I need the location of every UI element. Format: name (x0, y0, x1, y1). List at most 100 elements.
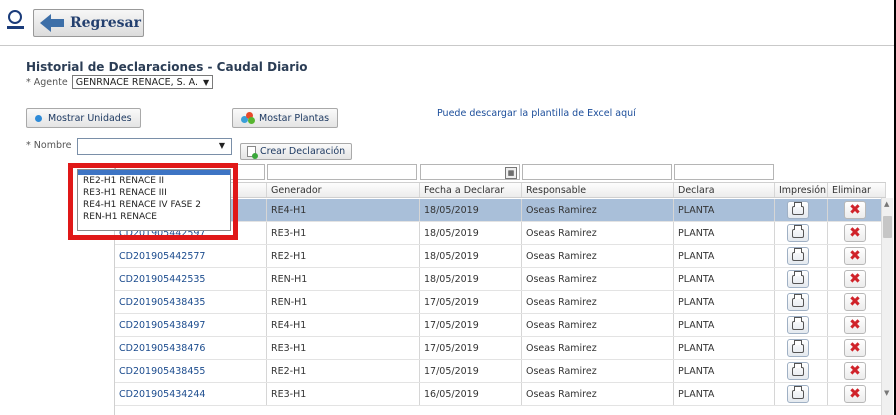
cell-impresion (775, 199, 828, 221)
cell-responsable: Oseas Ramirez (522, 383, 674, 405)
cell-codigo[interactable]: CD201905442577 (115, 245, 267, 267)
cell-responsable: Oseas Ramirez (522, 245, 674, 267)
nombre-row: * Nombre (26, 140, 72, 151)
scroll-up-icon[interactable]: ▲ (884, 200, 889, 208)
show-plants-button[interactable]: Mostar Plantas (232, 108, 339, 128)
printer-icon[interactable] (787, 339, 809, 357)
cell-fecha: 17/05/2019 (420, 337, 522, 359)
cell-fecha: 17/05/2019 (420, 360, 522, 382)
delete-x-icon[interactable]: ✖ (844, 201, 866, 219)
cell-eliminar: ✖ (828, 199, 886, 221)
cell-codigo[interactable]: CD201905438455 (115, 360, 267, 382)
scroll-down-icon[interactable]: ▼ (884, 389, 889, 397)
delete-x-icon[interactable]: ✖ (844, 339, 866, 357)
oracle-logo-base (7, 26, 24, 29)
show-units-button[interactable]: Mostrar Unidades (26, 108, 141, 128)
filter-declara[interactable] (674, 164, 774, 180)
cell-generador: RE3-H1 (267, 222, 420, 244)
cell-impresion (775, 360, 828, 382)
header-declara: Declara (674, 183, 775, 197)
table-scrollbar[interactable]: ▲ ▼ (881, 198, 893, 415)
cell-generador: RE2-H1 (267, 245, 420, 267)
delete-x-icon[interactable]: ✖ (844, 316, 866, 334)
printer-icon[interactable] (787, 293, 809, 311)
create-declaration-button[interactable]: Crear Declaración (240, 143, 353, 160)
table-row[interactable]: CD201905434244 RE3-H1 16/05/2019 Oseas Rami… (115, 383, 886, 406)
cell-eliminar: ✖ (828, 245, 886, 267)
printer-icon[interactable] (787, 201, 809, 219)
table-row[interactable]: CD201905438476 RE3-H1 17/05/2019 Oseas Rami… (115, 337, 886, 360)
printer-icon[interactable] (787, 270, 809, 288)
create-declaration-label: Crear Declaración (260, 146, 346, 157)
agent-select-value: GENRNACE RENACE, S. A. (75, 76, 199, 88)
cell-responsable: Oseas Ramirez (522, 337, 674, 359)
delete-x-icon[interactable]: ✖ (844, 385, 866, 403)
delete-x-icon[interactable]: ✖ (844, 270, 866, 288)
table-row[interactable]: CD201905442535 REN-H1 18/05/2019 Oseas Rami… (115, 268, 886, 291)
printer-icon[interactable] (787, 247, 809, 265)
scroll-thumb[interactable] (883, 216, 892, 238)
delete-x-icon[interactable]: ✖ (844, 362, 866, 380)
cell-responsable: Oseas Ramirez (522, 314, 674, 336)
nombre-label: * Nombre (26, 140, 72, 151)
printer-icon[interactable] (787, 316, 809, 334)
cell-fecha: 17/05/2019 (420, 314, 522, 336)
cell-impresion (775, 245, 828, 267)
cell-declara: PLANTA (674, 199, 775, 221)
cell-eliminar: ✖ (828, 383, 886, 405)
highlight-box (68, 163, 238, 240)
excel-template-link[interactable]: Puede descargar la plantilla de Excel aq… (437, 108, 636, 119)
arrow-left-icon (40, 14, 51, 32)
cell-eliminar: ✖ (828, 291, 886, 313)
cell-generador: RE3-H1 (267, 383, 420, 405)
calendar-icon[interactable]: ▦ (505, 167, 517, 179)
cell-impresion (775, 383, 828, 405)
cell-generador: RE3-H1 (267, 337, 420, 359)
cell-codigo[interactable]: CD201905434244 (115, 383, 267, 405)
printer-icon[interactable] (787, 385, 809, 403)
table-row[interactable]: CD201905438497 RE4-H1 17/05/2019 Oseas Rami… (115, 314, 886, 337)
cell-eliminar: ✖ (828, 337, 886, 359)
cell-generador: REN-H1 (267, 291, 420, 313)
cell-declara: PLANTA (674, 268, 775, 290)
delete-x-icon[interactable]: ✖ (844, 224, 866, 242)
table-row[interactable]: CD201905438435 REN-H1 17/05/2019 Oseas Rami… (115, 291, 886, 314)
filter-responsable[interactable] (522, 164, 672, 180)
filter-generador[interactable] (267, 164, 417, 180)
cell-impresion (775, 222, 828, 244)
cell-fecha: 18/05/2019 (420, 222, 522, 244)
blue-dot-icon (35, 114, 42, 122)
table-row[interactable]: CD201905438455 RE2-H1 17/05/2019 Oseas Rami… (115, 360, 886, 383)
table-row[interactable]: CD201905442577 RE2-H1 18/05/2019 Oseas Rami… (115, 245, 886, 268)
agent-label: * Agente (26, 76, 68, 88)
cell-responsable: Oseas Ramirez (522, 222, 674, 244)
arrow-left-icon-tail (51, 19, 64, 27)
back-button-label: Regresar (70, 15, 141, 31)
cell-codigo[interactable]: CD201905438497 (115, 314, 267, 336)
delete-x-icon[interactable]: ✖ (844, 293, 866, 311)
oracle-logo-icon (8, 10, 22, 24)
cell-codigo[interactable]: CD201905442535 (115, 268, 267, 290)
cell-declara: PLANTA (674, 337, 775, 359)
filter-fecha[interactable]: ▦ (420, 164, 520, 180)
cell-responsable: Oseas Ramirez (522, 268, 674, 290)
cell-responsable: Oseas Ramirez (522, 291, 674, 313)
cell-declara: PLANTA (674, 245, 775, 267)
cell-codigo[interactable]: CD201905438476 (115, 337, 267, 359)
header-responsable: Responsable (522, 183, 674, 197)
delete-x-icon[interactable]: ✖ (844, 247, 866, 265)
cell-fecha: 18/05/2019 (420, 268, 522, 290)
printer-icon[interactable] (787, 224, 809, 242)
cell-generador: REN-H1 (267, 268, 420, 290)
back-button[interactable]: Regresar (33, 9, 144, 37)
cell-impresion (775, 268, 828, 290)
cell-impresion (775, 314, 828, 336)
new-document-icon (247, 146, 258, 159)
show-plants-label: Mostar Plantas (259, 112, 330, 124)
cell-fecha: 18/05/2019 (420, 199, 522, 221)
nombre-select[interactable]: ▼ (77, 138, 232, 155)
agent-select[interactable]: GENRNACE RENACE, S. A. ▼ (71, 75, 214, 89)
show-units-label: Mostrar Unidades (48, 112, 132, 124)
printer-icon[interactable] (787, 362, 809, 380)
cell-codigo[interactable]: CD201905438435 (115, 291, 267, 313)
